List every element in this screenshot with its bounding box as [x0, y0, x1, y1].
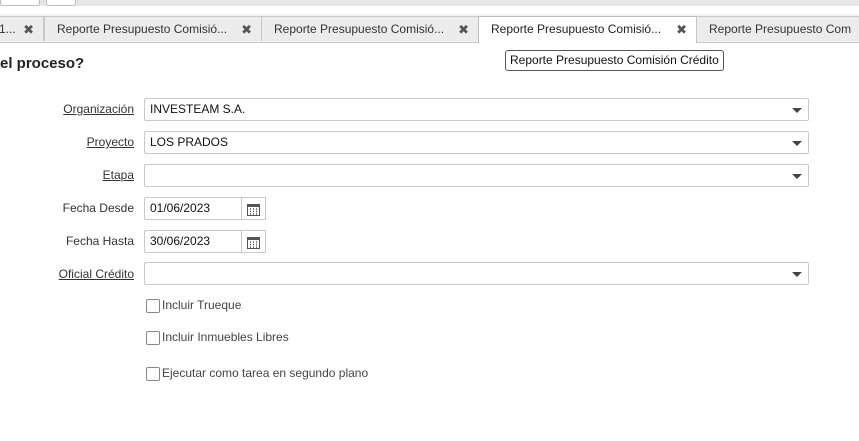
incluir-inmuebles-label[interactable]: Incluir Inmuebles Libres: [162, 330, 289, 344]
proyecto-value: LOS PRADOS: [150, 135, 229, 149]
fecha-hasta-input[interactable]: 30/06/2023: [144, 230, 242, 253]
incluir-trueque-label[interactable]: Incluir Trueque: [162, 298, 241, 312]
calendar-icon[interactable]: [242, 197, 266, 220]
checkbox-box[interactable]: [146, 367, 160, 381]
checkbox-box[interactable]: [146, 331, 160, 345]
tab-label: Reporte Presupuesto Com: [709, 22, 852, 36]
chevron-down-icon[interactable]: [786, 165, 808, 186]
tab-2[interactable]: Reporte Presupuesto Comisió... ✖: [44, 16, 262, 41]
fecha-hasta-label: Fecha Hasta: [65, 234, 134, 248]
fecha-desde-label: Fecha Desde: [62, 201, 134, 215]
close-icon[interactable]: ✖: [676, 17, 687, 42]
segundo-plano-label[interactable]: Ejecutar como tarea en segundo plano: [162, 366, 368, 380]
tab-label: Reporte Presupuesto Comisió...: [274, 22, 445, 36]
calendar-icon[interactable]: [242, 230, 266, 253]
checkbox-box[interactable]: [146, 299, 160, 313]
chevron-down-icon[interactable]: [786, 132, 808, 153]
oficial-credito-label[interactable]: Oficial Crédito: [0, 267, 134, 281]
etapa-label[interactable]: Etapa: [0, 168, 134, 182]
toolbar-button[interactable]: [0, 0, 40, 6]
organizacion-select[interactable]: INVESTEAM S.A.: [144, 98, 809, 121]
tab-label: Reporte Presupuesto Comisió...: [491, 22, 662, 36]
tab-label: Reporte Presupuesto Comisió...: [57, 22, 228, 36]
chevron-down-icon[interactable]: [786, 99, 808, 120]
close-icon[interactable]: ✖: [458, 17, 469, 41]
top-strip: [0, 0, 859, 6]
close-icon[interactable]: ✖: [23, 17, 34, 41]
proyecto-label[interactable]: Proyecto: [0, 135, 134, 149]
fecha-desde-value: 01/06/2023: [150, 201, 211, 215]
proyecto-select[interactable]: LOS PRADOS: [144, 131, 809, 154]
chevron-down-icon[interactable]: [786, 263, 808, 284]
tab-label: 1...: [0, 22, 16, 36]
tab-5[interactable]: Reporte Presupuesto Com: [696, 16, 859, 41]
tab-1[interactable]: 1... ✖: [0, 16, 44, 41]
fecha-desde-input[interactable]: 01/06/2023: [144, 197, 242, 220]
fecha-hasta-value: 30/06/2023: [150, 234, 211, 248]
organizacion-label[interactable]: Organización: [0, 102, 134, 116]
tab-bar: 1... ✖ Reporte Presupuesto Comisió... ✖ …: [0, 14, 859, 43]
tab-3[interactable]: Reporte Presupuesto Comisió... ✖: [261, 16, 479, 41]
close-icon[interactable]: ✖: [241, 17, 252, 41]
oficial-credito-select[interactable]: [144, 262, 809, 285]
toolbar-button[interactable]: [46, 0, 76, 6]
tab-tooltip: Reporte Presupuesto Comisión Crédito: [505, 50, 724, 71]
etapa-select[interactable]: [144, 164, 809, 187]
tab-active[interactable]: Reporte Presupuesto Comisió... ✖: [478, 16, 697, 43]
organizacion-value: INVESTEAM S.A.: [150, 102, 246, 116]
page-title: el proceso?: [0, 55, 85, 72]
